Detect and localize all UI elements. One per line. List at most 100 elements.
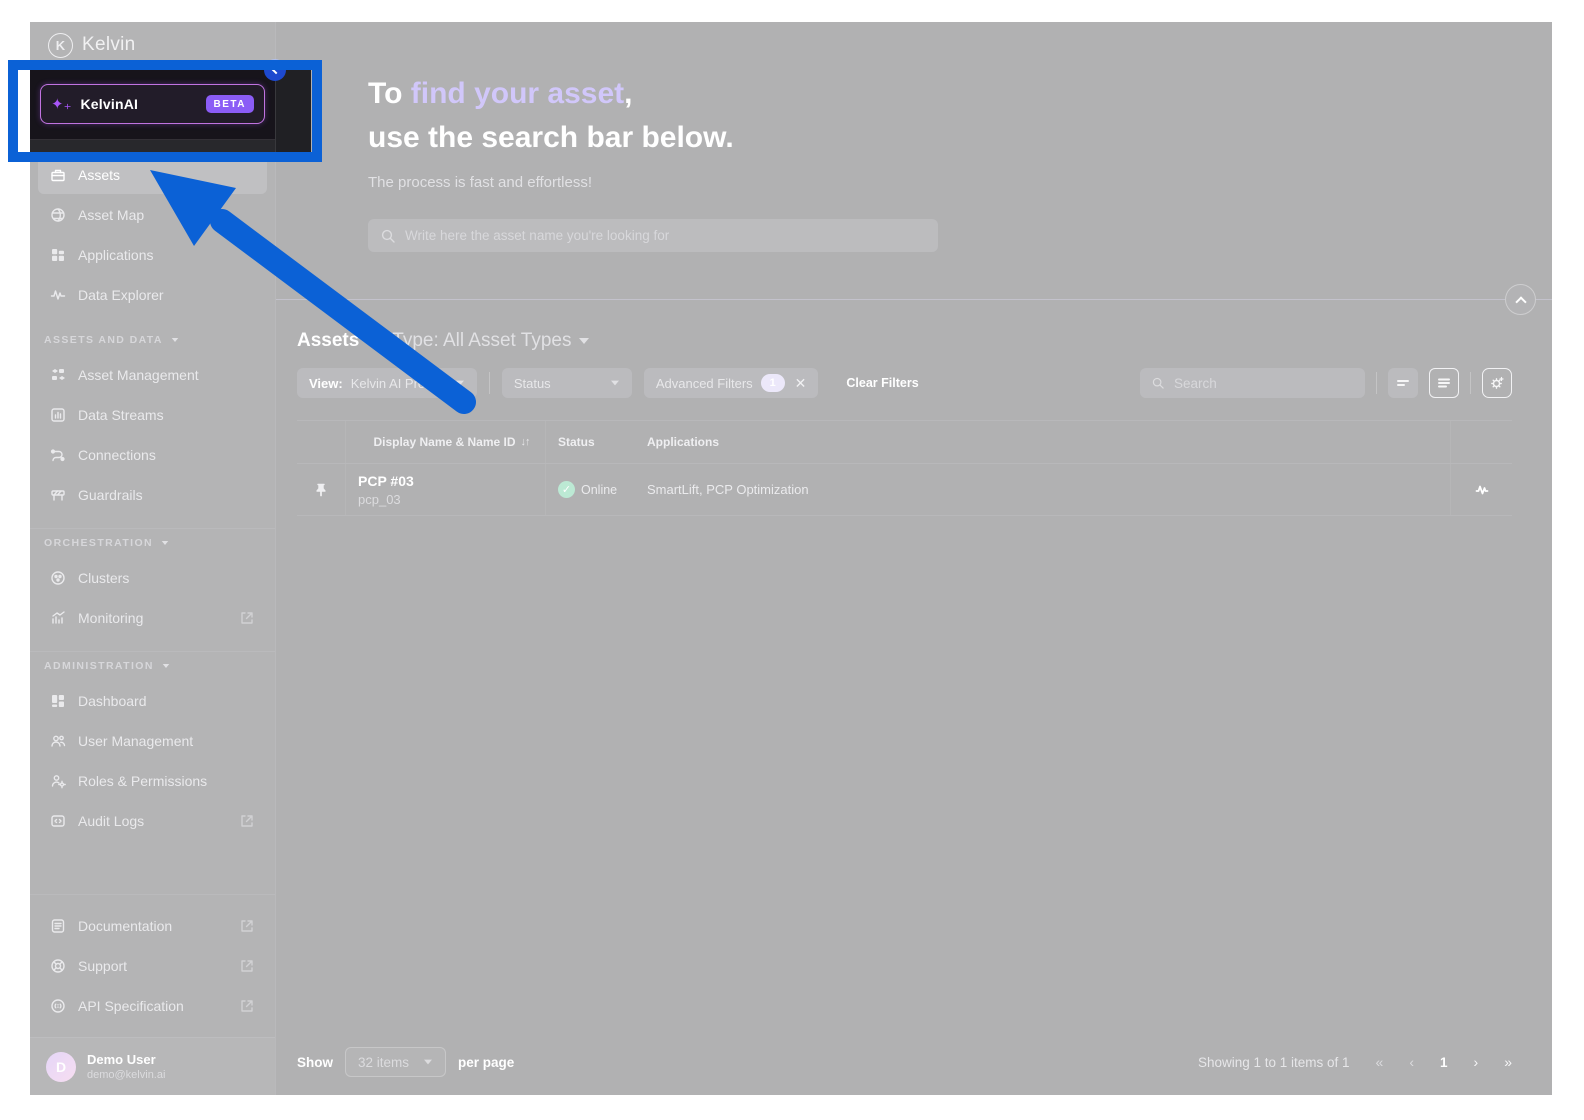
- section-title-label: ORCHESTRATION: [44, 537, 153, 549]
- external-link-icon: [239, 813, 255, 829]
- kelvin-logo-icon: K: [48, 33, 73, 58]
- sidebar-item-label: Support: [78, 958, 127, 974]
- assets-icon: [50, 167, 66, 183]
- brand-name: Kelvin: [82, 34, 136, 56]
- sidebar-item-asset-map[interactable]: Asset Map: [38, 196, 267, 234]
- asset-search-placeholder: Write here the asset name you're looking…: [405, 228, 669, 243]
- sidebar-item-label: Data Explorer: [78, 287, 164, 303]
- name-column-header[interactable]: Display Name & Name ID↓↑: [345, 421, 545, 463]
- sidebar-item-label: User Management: [78, 733, 193, 749]
- online-check-icon: ✓: [558, 481, 575, 498]
- user-email: demo@kelvin.ai: [87, 1069, 165, 1081]
- current-page[interactable]: 1: [1440, 1055, 1448, 1070]
- status-column-header: Status: [545, 421, 635, 463]
- asset-name-id: pcp_03: [358, 492, 545, 507]
- compact-view-toggle[interactable]: [1388, 368, 1418, 398]
- sidebar-item-roles-permissions[interactable]: Roles & Permissions: [38, 762, 267, 800]
- divider: [1470, 372, 1471, 394]
- sidebar-item-applications[interactable]: Applications: [38, 236, 267, 274]
- asset-type-filter-label: Type: All Asset Types: [392, 330, 571, 352]
- chevron-down-icon: [456, 381, 464, 386]
- chevron-down-icon: [163, 664, 170, 668]
- data-streams-icon: [50, 407, 66, 423]
- table-row[interactable]: PCP #03 pcp_03 ✓ Online SmartLift, PCP O…: [297, 464, 1512, 516]
- waveform-icon: [50, 287, 66, 303]
- sidebar-item-connections[interactable]: Connections: [38, 436, 267, 474]
- asset-name-cell[interactable]: PCP #03 pcp_03: [345, 464, 545, 515]
- sidebar-item-guardrails[interactable]: Guardrails: [38, 476, 267, 514]
- documentation-icon: [50, 918, 66, 934]
- sidebar-item-assets[interactable]: Assets: [38, 156, 267, 194]
- pagination-summary: Showing 1 to 1 items of 1: [1198, 1055, 1350, 1070]
- sidebar-item-label: Dashboard: [78, 693, 147, 709]
- kelvinai-label: KelvinAI: [81, 96, 197, 112]
- assets-table: Display Name & Name ID↓↑ Status Applicat…: [297, 420, 1512, 516]
- pin-cell[interactable]: [297, 482, 345, 498]
- user-menu[interactable]: D Demo User demo@kelvin.ai: [30, 1037, 275, 1095]
- table-search-placeholder: Search: [1174, 376, 1217, 391]
- sidebar-item-data-streams[interactable]: Data Streams: [38, 396, 267, 434]
- applications-column-header: Applications: [635, 421, 1450, 463]
- sort-icon[interactable]: ↓↑: [521, 436, 530, 448]
- clear-filters-button[interactable]: Clear Filters: [846, 376, 918, 390]
- sidebar-nav: Assets Asset Map Applications Data Explo…: [30, 140, 275, 316]
- globe-icon: [50, 207, 66, 223]
- sidebar-item-api-specification[interactable]: API Specification: [38, 987, 267, 1025]
- asset-search-bar[interactable]: Write here the asset name you're looking…: [368, 219, 938, 252]
- sidebar-item-dashboard[interactable]: Dashboard: [38, 682, 267, 720]
- sidebar-item-monitoring[interactable]: Monitoring: [38, 599, 267, 637]
- page-size-select[interactable]: 32 items: [345, 1047, 446, 1077]
- dashboard-icon: [50, 693, 66, 709]
- sidebar-item-data-explorer[interactable]: Data Explorer: [38, 276, 267, 314]
- table-footer: Show 32 items per page Showing 1 to 1 it…: [276, 1037, 1552, 1095]
- view-label: View:: [309, 376, 343, 391]
- sidebar-item-label: Audit Logs: [78, 813, 144, 829]
- external-link-icon: [239, 610, 255, 626]
- prev-page-button[interactable]: ‹: [1409, 1054, 1414, 1070]
- show-label: Show: [297, 1055, 333, 1070]
- chevron-left-icon: [272, 66, 280, 74]
- view-value: Kelvin AI Prompt: [351, 376, 447, 391]
- heading-accent: find your asset: [411, 77, 624, 110]
- group-administration: Dashboard User Management Roles & Permis…: [30, 680, 275, 842]
- table-settings-button[interactable]: [1482, 368, 1512, 398]
- first-page-button[interactable]: «: [1376, 1054, 1384, 1070]
- sidebar-item-label: Asset Map: [78, 207, 144, 223]
- view-select[interactable]: View: Kelvin AI Prompt: [297, 368, 477, 398]
- actions-cell[interactable]: [1450, 464, 1512, 515]
- compact-rows-icon: [1395, 375, 1411, 391]
- sparkle-icon: ✦₊: [51, 97, 72, 112]
- section-assets-and-data[interactable]: ASSETS AND DATA: [30, 316, 275, 354]
- gear-sparkle-icon: [1489, 375, 1505, 391]
- divider: [1376, 372, 1377, 394]
- toolbar-right: Search: [1140, 368, 1512, 398]
- last-page-button[interactable]: »: [1504, 1054, 1512, 1070]
- connections-icon: [50, 447, 66, 463]
- status-select[interactable]: Status: [502, 368, 632, 398]
- next-page-button[interactable]: ›: [1474, 1054, 1479, 1070]
- section-orchestration[interactable]: ORCHESTRATION: [30, 529, 275, 557]
- kelvinai-panel: ✦₊ KelvinAI BETA: [30, 68, 275, 140]
- sidebar-item-audit-logs[interactable]: Audit Logs: [38, 802, 267, 840]
- asset-type-filter[interactable]: Type: All Asset Types: [392, 330, 589, 352]
- sidebar-item-documentation[interactable]: Documentation: [38, 907, 267, 945]
- sidebar-item-support[interactable]: Support: [38, 947, 267, 985]
- user-name: Demo User: [87, 1052, 165, 1067]
- advanced-filters-label: Advanced Filters: [656, 376, 753, 391]
- section-title-label: ADMINISTRATION: [44, 660, 154, 672]
- advanced-filters-chip[interactable]: Advanced Filters 1 ✕: [644, 368, 819, 398]
- sidebar-item-asset-management[interactable]: Asset Management: [38, 356, 267, 394]
- clusters-icon: [50, 570, 66, 586]
- section-title-label: ASSETS AND DATA: [44, 334, 163, 346]
- sidebar-item-user-management[interactable]: User Management: [38, 722, 267, 760]
- sidebar-item-clusters[interactable]: Clusters: [38, 559, 267, 597]
- sidebar-collapse-button[interactable]: [264, 59, 286, 81]
- section-administration[interactable]: ADMINISTRATION: [30, 652, 275, 680]
- table-search-input[interactable]: Search: [1140, 368, 1365, 398]
- remove-filter-icon[interactable]: ✕: [795, 375, 807, 392]
- prompt-panel-divider: [276, 299, 1552, 300]
- list-view-toggle[interactable]: [1429, 368, 1459, 398]
- collapse-prompt-button[interactable]: [1505, 284, 1536, 315]
- kelvinai-button[interactable]: ✦₊ KelvinAI BETA: [40, 84, 265, 124]
- sidebar-item-label: Applications: [78, 247, 154, 263]
